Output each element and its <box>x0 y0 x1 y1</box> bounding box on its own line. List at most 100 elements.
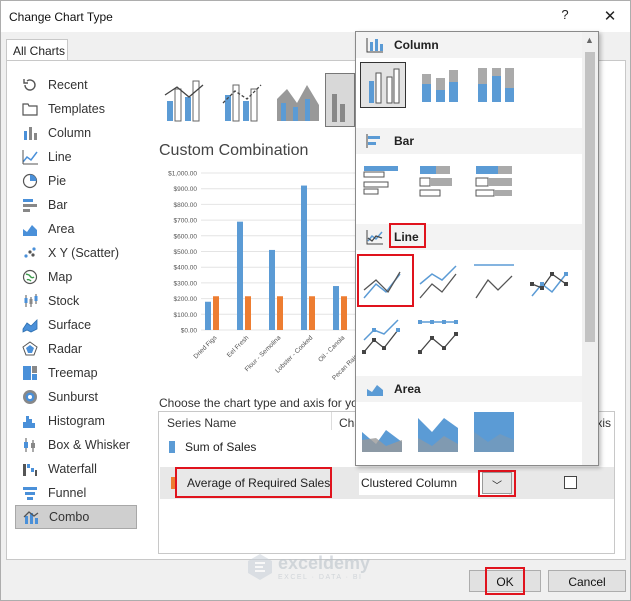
section-header-column: Column <box>356 32 582 58</box>
sidebar-item-area[interactable]: Area <box>15 217 137 241</box>
sidebar-item-column[interactable]: Column <box>15 121 137 145</box>
sidebar-item-label: Column <box>48 126 92 140</box>
tab-all-charts[interactable]: All Charts <box>6 39 68 61</box>
y-tick-label: $500.00 <box>174 249 198 256</box>
line-chart-icon <box>21 149 39 165</box>
sunburst-chart-icon <box>21 389 39 405</box>
sidebar-item-recent[interactable]: Recent <box>15 73 137 97</box>
sidebar-item-funnel[interactable]: Funnel <box>15 481 137 505</box>
sidebar-item-label: Funnel <box>48 486 87 500</box>
dropdown-scrollbar[interactable]: ▲ <box>582 32 598 465</box>
stacked-area-option[interactable] <box>416 410 462 456</box>
series-name: Sum of Sales <box>185 440 257 454</box>
stacked-bar-option[interactable] <box>416 158 462 204</box>
sidebar-item-label: X Y (Scatter) <box>48 246 120 260</box>
treemap-chart-icon <box>21 365 39 381</box>
bar <box>341 296 347 330</box>
change-chart-type-dialog: Change Chart Type ? ✕ All Charts Recent … <box>0 0 631 601</box>
sidebar-item-radar[interactable]: Radar <box>15 337 137 361</box>
bar <box>269 249 275 330</box>
histogram-chart-icon <box>21 413 39 429</box>
stacked-column-option[interactable] <box>416 62 462 108</box>
cancel-button[interactable]: Cancel <box>548 570 626 592</box>
sidebar-item-label: Templates <box>48 102 105 116</box>
sidebar-item-label: Map <box>48 270 73 284</box>
recent-icon <box>21 77 39 93</box>
sidebar-item-line[interactable]: Line <box>15 145 137 169</box>
sidebar-item-label: Waterfall <box>48 462 97 476</box>
sidebar-item-label: Surface <box>48 318 92 332</box>
sidebar-item-histogram[interactable]: Histogram <box>15 409 137 433</box>
scroll-thumb[interactable] <box>585 52 595 342</box>
table-row[interactable]: Sum of Sales <box>169 440 256 454</box>
bar <box>237 221 243 330</box>
sidebar-item-map[interactable]: Map <box>15 265 137 289</box>
dialog-title: Change Chart Type <box>9 10 113 24</box>
sidebar-item-label: Treemap <box>48 366 98 380</box>
chart-type-dropdown: Column Bar Line Area ▲ <box>355 31 599 466</box>
y-tick-label: $400.00 <box>174 265 198 272</box>
y-tick-label: $100.00 <box>174 312 198 319</box>
sidebar-item-label: Stock <box>48 294 80 308</box>
sidebar-item-bar[interactable]: Bar <box>15 193 137 217</box>
bar-section-icon <box>366 133 386 149</box>
clustered-bar-option[interactable] <box>360 158 406 204</box>
bar <box>213 296 219 330</box>
chart-preview: $0.00 $100.00 $200.00 $300.00 $400.00 $500.00… <box>159 164 379 389</box>
stacked-line-option[interactable] <box>416 260 462 306</box>
sidebar-item-sunburst[interactable]: Sunburst <box>15 385 137 409</box>
100-stacked-line-option[interactable] <box>472 260 518 306</box>
exceldemy-logo-icon <box>248 554 272 580</box>
help-button[interactable]: ? <box>557 7 573 25</box>
sidebar-item-waterfall[interactable]: Waterfall <box>15 457 137 481</box>
sidebar-item-label: Area <box>48 222 75 236</box>
clustered-column-line-thumb[interactable] <box>161 73 211 127</box>
clustered-column-line-secondary-thumb[interactable] <box>219 73 269 127</box>
choose-series-label: Choose the chart type and axis for your … <box>159 396 355 410</box>
section-label: Bar <box>394 134 415 148</box>
series-name: Average of Required Sales <box>187 476 331 490</box>
line-markers-option[interactable] <box>528 260 574 306</box>
section-label: Column <box>394 38 439 52</box>
line-section-icon <box>366 229 386 245</box>
sidebar-item-combo[interactable]: Combo <box>15 505 137 529</box>
custom-combination-thumb[interactable] <box>325 73 355 127</box>
area-option[interactable] <box>360 410 406 456</box>
sidebar-item-label: Bar <box>48 198 68 212</box>
sidebar-item-treemap[interactable]: Treemap <box>15 361 137 385</box>
y-tick-label: $600.00 <box>174 233 198 240</box>
sidebar-item-templates[interactable]: Templates <box>15 97 137 121</box>
100-stacked-area-option[interactable] <box>472 410 518 456</box>
column-divider <box>331 412 332 430</box>
100-stacked-bar-option[interactable] <box>472 158 518 204</box>
sidebar-item-box-whisker[interactable]: Box & Whisker <box>15 433 137 457</box>
scroll-up-icon[interactable]: ▲ <box>585 35 594 45</box>
bar <box>309 296 315 330</box>
sidebar-item-label: Box & Whisker <box>48 438 130 452</box>
clustered-column-option[interactable] <box>360 62 406 108</box>
highlight-box <box>389 223 426 248</box>
100-stacked-column-option[interactable] <box>472 62 518 108</box>
box-whisker-chart-icon <box>21 437 39 453</box>
100-stacked-line-markers-option[interactable] <box>416 316 462 362</box>
waterfall-chart-icon <box>21 461 39 477</box>
x-tick-label: Dried Figs <box>193 334 219 360</box>
y-tick-label: $900.00 <box>174 186 198 193</box>
highlight-box <box>478 470 516 497</box>
funnel-chart-icon <box>21 485 39 501</box>
area-section-icon <box>366 381 386 397</box>
sidebar-item-label: Sunburst <box>48 390 99 404</box>
secondary-axis-checkbox[interactable] <box>564 476 577 489</box>
sidebar-item-surface[interactable]: Surface <box>15 313 137 337</box>
stacked-area-column-thumb[interactable] <box>273 73 323 127</box>
sidebar-item-stock[interactable]: Stock <box>15 289 137 313</box>
close-button[interactable]: ✕ <box>601 7 619 25</box>
bar <box>205 301 211 330</box>
sidebar-item-scatter[interactable]: X Y (Scatter) <box>15 241 137 265</box>
highlight-box <box>357 254 414 307</box>
combo-chart-icon <box>22 509 40 525</box>
stacked-line-markers-option[interactable] <box>360 316 406 362</box>
sidebar-item-pie[interactable]: Pie <box>15 169 137 193</box>
bar <box>333 286 339 330</box>
watermark-sub: EXCEL · DATA · BI <box>278 574 363 581</box>
